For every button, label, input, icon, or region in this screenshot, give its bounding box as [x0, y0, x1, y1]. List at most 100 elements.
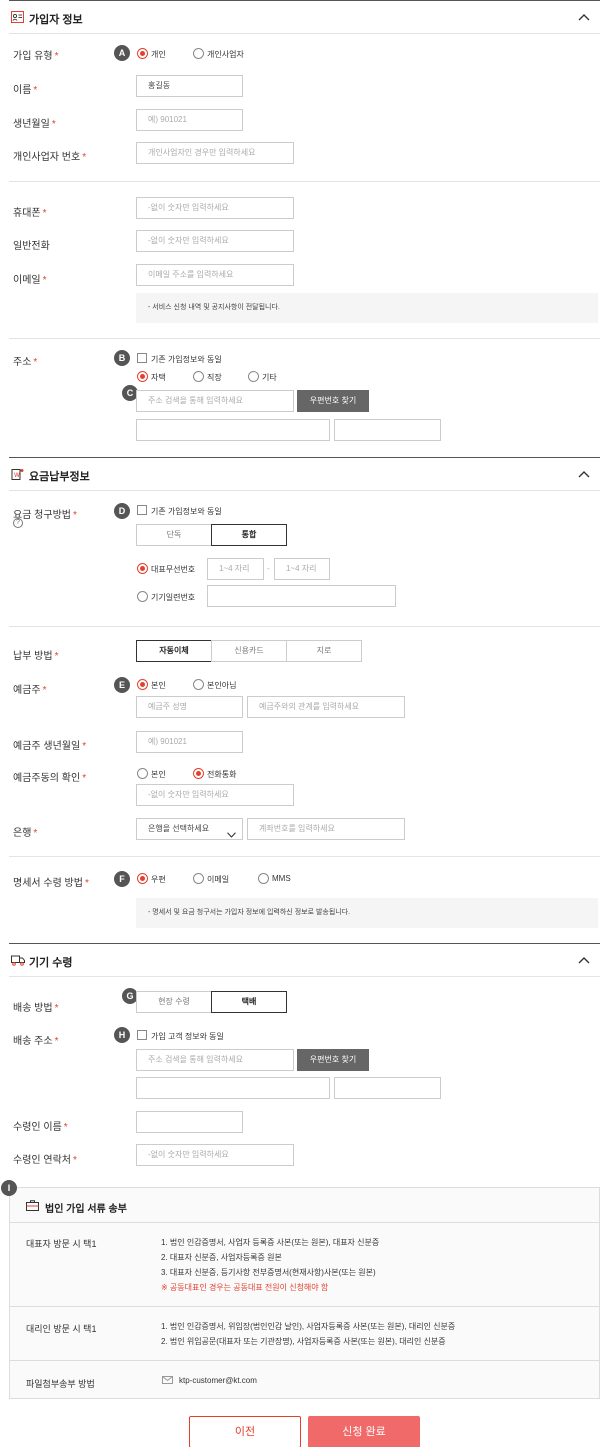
- payment-credit-card[interactable]: 신용카드: [211, 640, 287, 662]
- truck-icon: [11, 954, 25, 966]
- billing-same-checkbox[interactable]: [137, 505, 147, 515]
- payment-auto-transfer[interactable]: 자동이체: [136, 640, 212, 662]
- bizno-input[interactable]: 개인사업자인 경우만 입력하세요: [136, 142, 294, 164]
- consent-phone-input[interactable]: -없이 숫자만 입력하세요: [136, 784, 294, 806]
- marker-a: A: [114, 45, 130, 61]
- consent-radio-phone[interactable]: [193, 768, 204, 779]
- serial-label: 기기일련번호: [151, 593, 196, 602]
- consent-radio-self[interactable]: [137, 768, 148, 779]
- holder-birth-input[interactable]: 예) 901021: [136, 731, 243, 753]
- holder-label: 예금주 *: [13, 685, 47, 696]
- file-send-label: 파일첨부송부 방법: [26, 1379, 95, 1389]
- rep-visit-warning: ※ 공동대표인 경우는 공동대표 전원이 신청해야 함: [161, 1283, 329, 1292]
- rep-number-dash: -: [267, 564, 270, 573]
- billing-segment-single[interactable]: 단독: [136, 524, 212, 546]
- holder-radio-self[interactable]: [137, 679, 148, 690]
- ship-line2-input[interactable]: [334, 1077, 441, 1099]
- serial-radio[interactable]: [137, 591, 148, 602]
- marker-e: E: [114, 677, 130, 693]
- birth-input[interactable]: 예) 901021: [136, 109, 243, 131]
- agent-visit-line-2: 2. 법인 위임공문(대표자 또는 기관장명), 사업자등록증 사본(또는 원본…: [161, 1337, 446, 1346]
- email-input[interactable]: 이메일 주소를 입력하세요: [136, 264, 294, 286]
- name-input[interactable]: 홍길동: [136, 75, 243, 97]
- phone-label: 일반전화: [13, 241, 50, 252]
- phone-input[interactable]: -없이 숫자만 입력하세요: [136, 230, 294, 252]
- recipient-name-input[interactable]: [136, 1111, 243, 1133]
- marker-h: H: [114, 1027, 130, 1043]
- type-radio-individual[interactable]: [137, 48, 148, 59]
- recipient-phone-label: 수령인 연락처 *: [13, 1155, 77, 1166]
- rep-visit-line-1: 1. 법인 인감증명서, 사업자 등록증 사본(또는 원본), 대표자 신분증: [161, 1238, 380, 1247]
- agent-visit-line-1: 1. 법인 인감증명서, 위임장(법인인감 날인), 사업자등록증 사본(또는 …: [161, 1322, 456, 1331]
- marker-f: F: [114, 871, 130, 887]
- address-option-home: 자택: [151, 373, 166, 382]
- rep-visit-line-2: 2. 대표자 신분증, 사업자등록증 원본: [161, 1253, 282, 1262]
- address-line1-input[interactable]: [136, 419, 330, 441]
- holder-radio-other[interactable]: [193, 679, 204, 690]
- rep-number-input-2[interactable]: 1~4 자리: [274, 558, 330, 580]
- serial-input[interactable]: [207, 585, 396, 607]
- account-input[interactable]: 계좌번호를 입력하세요: [247, 818, 405, 840]
- rep-visit-label: 대표자 방문 시 택1: [26, 1239, 97, 1249]
- statement-label: 명세서 수령 방법 *: [13, 878, 89, 889]
- help-icon[interactable]: ?: [13, 518, 23, 528]
- holder-relation-input[interactable]: 예금주와의 관계를 입력하세요: [247, 696, 405, 718]
- consent-label: 예금주동의 확인 *: [13, 773, 87, 784]
- rep-number-radio[interactable]: [137, 563, 148, 574]
- submit-button[interactable]: 신청 완료: [308, 1416, 420, 1447]
- holder-option-other: 본인아님: [207, 681, 237, 690]
- address-same-label: 기존 가입정보와 동일: [151, 355, 222, 364]
- marker-b: B: [114, 350, 130, 366]
- birth-label: 생년월일 *: [13, 119, 56, 130]
- file-send-email: ktp-customer@kt.com: [179, 1376, 257, 1385]
- ship-zip-button[interactable]: 우편번호 찾기: [297, 1049, 369, 1071]
- address-search-input[interactable]: 주소 검색을 통해 입력하세요: [136, 390, 294, 412]
- billing-same-label: 기존 가입정보와 동일: [151, 507, 222, 516]
- recipient-phone-input[interactable]: -없이 숫자만 입력하세요: [136, 1144, 294, 1166]
- ship-same-label: 가입 고객 정보와 동일: [151, 1032, 224, 1041]
- bank-select[interactable]: 은행을 선택하세요: [136, 818, 243, 840]
- delivery-pickup[interactable]: 현장 수령: [136, 991, 212, 1013]
- address-label: 주소 *: [13, 357, 38, 368]
- ship-line1-input[interactable]: [136, 1077, 330, 1099]
- holder-name-input[interactable]: 예금주 성명: [136, 696, 243, 718]
- zip-search-button[interactable]: 우편번호 찾기: [297, 390, 369, 412]
- billing-method-label: 요금 청구방법 *: [13, 510, 77, 521]
- delivery-courier[interactable]: 택배: [211, 991, 287, 1013]
- ship-search-input[interactable]: 주소 검색을 통해 입력하세요: [136, 1049, 294, 1071]
- chevron-up-icon[interactable]: [578, 470, 590, 478]
- address-radio-other[interactable]: [248, 371, 259, 382]
- address-radio-work[interactable]: [193, 371, 204, 382]
- ship-same-checkbox[interactable]: [137, 1030, 147, 1040]
- consent-option-phone: 전화통화: [207, 770, 237, 779]
- statement-radio-mail[interactable]: [137, 873, 148, 884]
- chevron-up-icon[interactable]: [578, 13, 590, 21]
- prev-button[interactable]: 이전: [189, 1416, 301, 1447]
- address-same-checkbox[interactable]: [137, 353, 147, 363]
- address-line2-input[interactable]: [334, 419, 441, 441]
- bill-icon: W: [11, 468, 24, 480]
- statement-radio-mms[interactable]: [258, 873, 269, 884]
- bank-select-value: 은행을 선택하세요: [148, 824, 210, 833]
- recipient-name-label: 수령인 이름 *: [13, 1122, 68, 1133]
- address-radio-home[interactable]: [137, 371, 148, 382]
- bizno-label: 개인사업자 번호 *: [13, 152, 87, 163]
- address-option-work: 직장: [207, 373, 222, 382]
- statement-radio-email[interactable]: [193, 873, 204, 884]
- type-option-business: 개인사업자: [207, 50, 244, 59]
- corp-documents-box: [9, 1187, 600, 1399]
- type-radio-business[interactable]: [193, 48, 204, 59]
- payment-giro[interactable]: 지로: [286, 640, 362, 662]
- type-option-individual: 개인: [151, 50, 166, 59]
- rep-number-input-1[interactable]: 1~4 자리: [207, 558, 264, 580]
- billing-segment-combined[interactable]: 통합: [211, 524, 287, 546]
- corp-box-title: 법인 가입 서류 송부: [45, 1204, 127, 1215]
- section-title-subscriber: 가입자 정보: [29, 14, 83, 26]
- payment-method-label: 납부 방법 *: [13, 651, 59, 662]
- subscription-type-label: 가입 유형 *: [13, 51, 59, 62]
- chevron-up-icon[interactable]: [578, 956, 590, 964]
- statement-option-mms: MMS: [272, 874, 291, 883]
- statement-option-mail: 우편: [151, 875, 166, 884]
- mobile-input[interactable]: -없이 숫자만 입력하세요: [136, 197, 294, 219]
- id-card-icon: [11, 11, 24, 23]
